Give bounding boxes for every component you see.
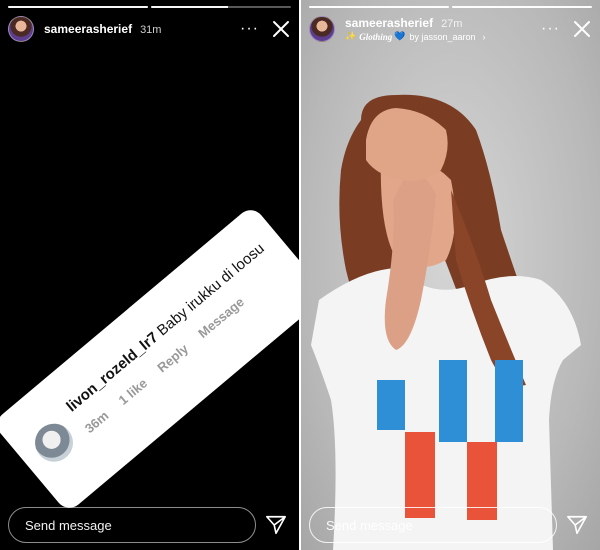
send-icon[interactable] bbox=[566, 514, 588, 536]
story-progress bbox=[8, 6, 291, 8]
reply-link[interactable]: Reply bbox=[154, 341, 191, 375]
more-options-icon[interactable]: ··· bbox=[541, 21, 560, 37]
story-progress bbox=[309, 6, 592, 8]
send-icon[interactable] bbox=[265, 514, 287, 536]
post-time: 27m bbox=[441, 18, 463, 30]
progress-segment bbox=[8, 6, 148, 8]
more-options-icon[interactable]: ··· bbox=[240, 21, 259, 37]
story-footer bbox=[309, 507, 592, 543]
story-header: sameerasherief 31m ··· bbox=[8, 14, 291, 44]
send-message-input[interactable] bbox=[309, 507, 557, 543]
music-sticker[interactable]: ✨ Glothing 💙 by jasson_aaron › bbox=[345, 31, 486, 42]
close-icon[interactable] bbox=[271, 19, 291, 39]
chevron-right-icon: › bbox=[482, 31, 486, 42]
comment-likes[interactable]: 1 like bbox=[116, 375, 151, 407]
story-photo bbox=[311, 94, 581, 550]
post-time: 31m bbox=[140, 24, 162, 36]
username[interactable]: sameerasherief bbox=[345, 16, 433, 30]
progress-segment bbox=[151, 6, 291, 8]
story-panel-right[interactable]: sameerasherief 27m ✨ Glothing 💙 by jasso… bbox=[301, 0, 600, 550]
comment-line: livon_rozeld_lr7 Baby irukku di loosu bbox=[63, 240, 267, 415]
send-message-input[interactable] bbox=[8, 507, 256, 543]
avatar[interactable] bbox=[8, 16, 34, 42]
music-artist: by jasson_aaron bbox=[409, 31, 476, 42]
music-title: Glothing bbox=[359, 31, 393, 42]
comment-card[interactable]: livon_rozeld_lr7 Baby irukku di loosu 36… bbox=[0, 204, 299, 514]
story-header: sameerasherief 27m ✨ Glothing 💙 by jasso… bbox=[309, 14, 592, 44]
progress-segment bbox=[309, 6, 449, 8]
avatar[interactable] bbox=[309, 16, 335, 42]
blue-heart-icon: 💙 bbox=[394, 31, 406, 41]
story-footer bbox=[8, 507, 291, 543]
comment-age: 36m bbox=[81, 407, 112, 437]
comment-meta: 36m 1 like Reply Message bbox=[82, 262, 285, 436]
username[interactable]: sameerasherief bbox=[44, 22, 132, 36]
commenter-avatar[interactable] bbox=[27, 415, 81, 470]
progress-segment bbox=[452, 6, 592, 8]
close-icon[interactable] bbox=[572, 19, 592, 39]
sparkle-icon: ✨ bbox=[345, 31, 357, 41]
story-panel-left[interactable]: sameerasherief 31m ··· livon_rozeld_lr7 … bbox=[0, 0, 299, 550]
